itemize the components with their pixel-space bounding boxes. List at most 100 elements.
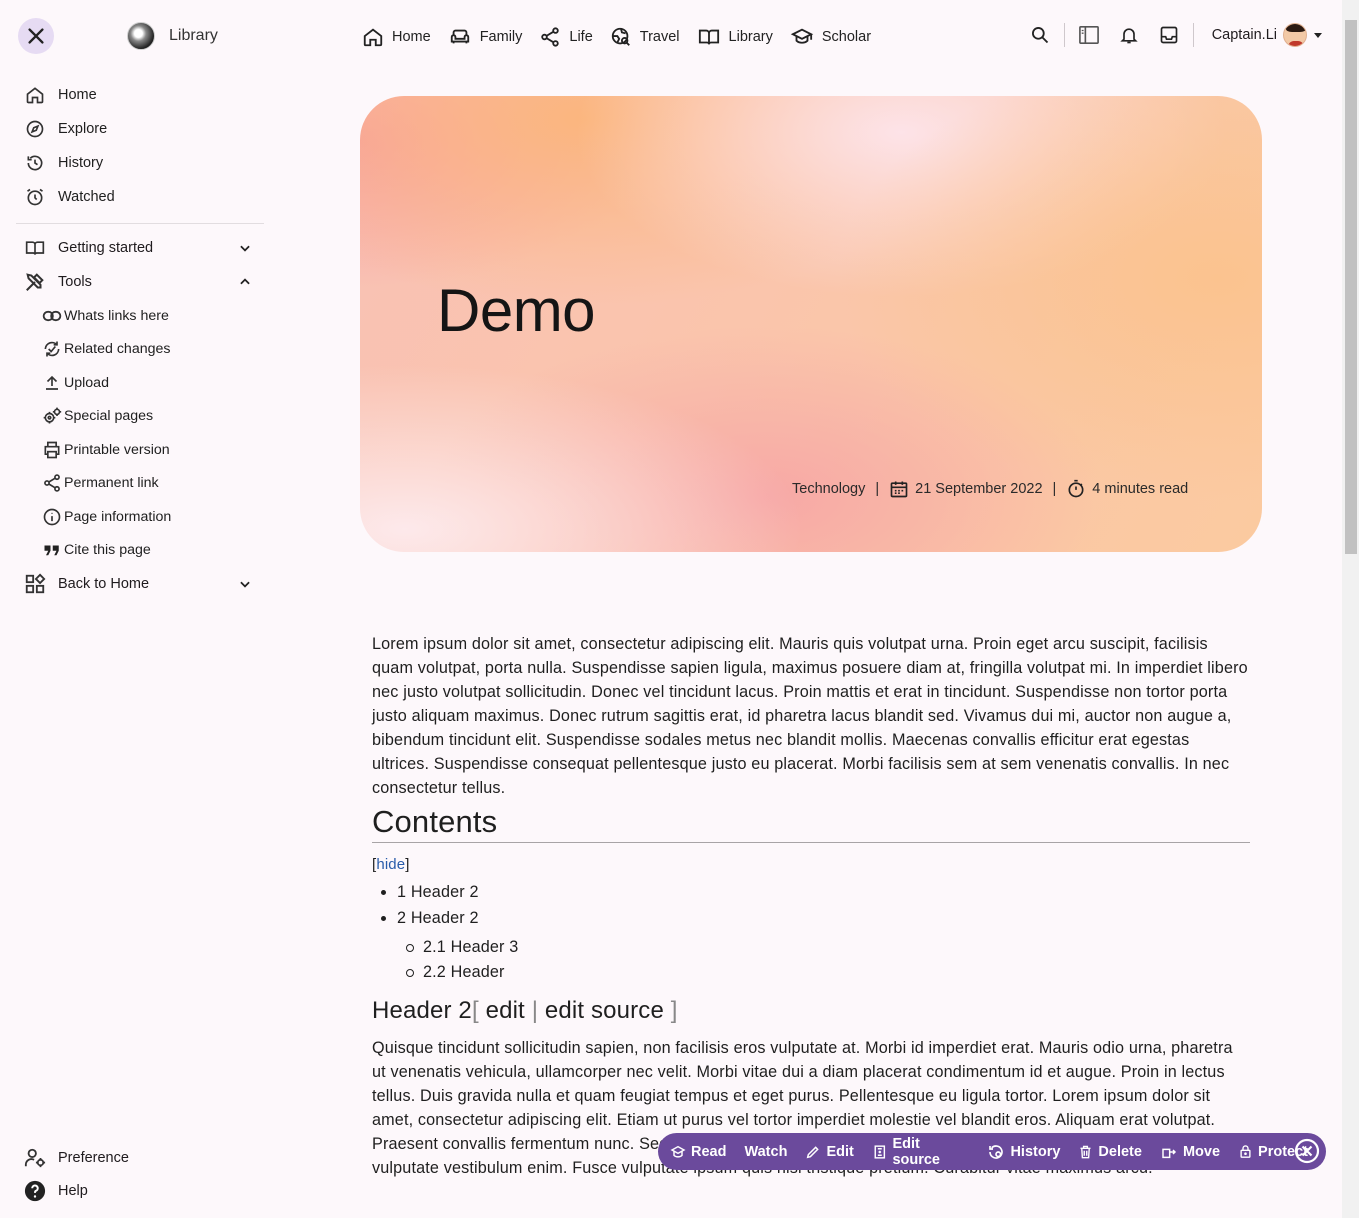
- source-icon: [874, 1144, 885, 1159]
- tools-label: Tools: [58, 274, 92, 290]
- section-heading: Header 2[ edit | edit source ]: [372, 997, 678, 1024]
- preference-button[interactable]: Preference: [16, 1141, 129, 1175]
- getting-started-label: Getting started: [58, 240, 154, 256]
- delete-action[interactable]: Delete: [1078, 1144, 1142, 1160]
- chevron-up-icon: [238, 275, 252, 289]
- compass-icon: [24, 118, 46, 140]
- alarm-icon: [24, 186, 46, 208]
- topnav-label: Life: [569, 29, 593, 45]
- sidebar-item-label: Watched: [58, 189, 115, 205]
- user-settings-icon: [24, 1147, 46, 1169]
- quote-icon: [42, 540, 62, 560]
- getting-started-group: Getting started: [16, 231, 264, 265]
- toc-label: Header 3: [450, 938, 519, 956]
- side-panel-icon: [1078, 26, 1099, 44]
- tool-label: Printable version: [64, 441, 170, 458]
- tool-permanent-link[interactable]: Permanent link: [16, 467, 264, 501]
- topnav-label: Scholar: [821, 29, 872, 45]
- brand-logo: [127, 22, 155, 50]
- help-button[interactable]: Help: [16, 1174, 88, 1208]
- edit-source-action[interactable]: Edit source: [872, 1136, 970, 1168]
- scrollbar-thumb[interactable]: [1345, 20, 1357, 554]
- toc-hide-link[interactable]: hide: [376, 856, 405, 873]
- share-icon: [42, 473, 62, 493]
- move-icon: [1162, 1148, 1176, 1158]
- toc-number: 2.2: [423, 963, 446, 981]
- close-action-bar-button[interactable]: [1294, 1138, 1320, 1164]
- toc-item[interactable]: 2 Header 2: [372, 905, 1250, 931]
- top-nav: Home Family Life Travel Library Scholar: [362, 22, 888, 52]
- tool-label: Permanent link: [64, 475, 159, 492]
- topnav-label: Home: [392, 29, 431, 45]
- sidebar-item-label: Explore: [58, 121, 108, 137]
- divider: [1063, 23, 1065, 47]
- lock-icon: [1240, 1145, 1251, 1158]
- home-icon: [362, 26, 384, 48]
- back-to-home-toggle[interactable]: Back to Home: [16, 567, 264, 601]
- tools-group: Tools Whats links here Related changes U…: [16, 265, 264, 567]
- sidebar-item-explore[interactable]: Explore: [16, 112, 264, 146]
- getting-started-toggle[interactable]: Getting started: [16, 231, 264, 265]
- history-action[interactable]: History: [987, 1143, 1060, 1161]
- move-action[interactable]: Move: [1160, 1144, 1220, 1160]
- inbox-button[interactable]: [1149, 20, 1189, 50]
- topnav-label: Family: [479, 29, 523, 45]
- read-action[interactable]: Read: [670, 1144, 726, 1160]
- sidebar-item-label: History: [58, 155, 104, 171]
- topnav-life[interactable]: Life: [539, 26, 593, 48]
- search-button[interactable]: [1020, 20, 1060, 50]
- notifications-button[interactable]: [1109, 20, 1149, 50]
- brand-name: Library: [169, 27, 218, 44]
- sidebar-item-watched[interactable]: Watched: [16, 180, 264, 214]
- back-to-home-label: Back to Home: [58, 576, 150, 592]
- user-menu[interactable]: Captain.Li: [1212, 23, 1323, 47]
- tool-upload[interactable]: Upload: [16, 366, 264, 400]
- edit-action[interactable]: Edit: [805, 1143, 854, 1160]
- topnav-family[interactable]: Family: [448, 26, 523, 48]
- toggle-panel-button[interactable]: [1069, 20, 1109, 50]
- book-icon: [697, 26, 721, 48]
- tools-toggle[interactable]: Tools: [16, 265, 264, 299]
- share-icon: [539, 26, 561, 48]
- toc-item[interactable]: 2.1 Header 3: [372, 934, 1250, 959]
- sidebar-nav: Home Explore History Watched: [16, 78, 264, 214]
- gears-icon: [42, 406, 62, 426]
- edit-link[interactable]: edit: [486, 997, 525, 1024]
- tool-special-pages[interactable]: Special pages: [16, 400, 264, 434]
- tool-whats-links-here[interactable]: Whats links here: [16, 299, 264, 333]
- topnav-travel[interactable]: Travel: [610, 26, 680, 48]
- sidebar-item-history[interactable]: History: [16, 146, 264, 180]
- action-label: Edit: [826, 1143, 854, 1160]
- watch-action[interactable]: Watch: [744, 1144, 787, 1160]
- date-label: 21 September 2022: [915, 481, 1043, 497]
- timer-icon: [1066, 479, 1086, 499]
- close-circle-icon: [1294, 1138, 1320, 1164]
- tool-label: Whats links here: [64, 307, 169, 324]
- sync-icon: [42, 339, 62, 359]
- toc-item[interactable]: 2.2 Header: [372, 959, 1250, 984]
- close-sidebar-button[interactable]: [18, 18, 54, 54]
- page-scrollbar[interactable]: [1342, 0, 1359, 1218]
- brand[interactable]: Library: [127, 22, 218, 50]
- contents-heading: Contents: [372, 802, 1250, 843]
- action-label: Watch: [744, 1143, 788, 1160]
- trash-icon: [1080, 1145, 1091, 1158]
- graduation-cap-icon: [790, 26, 814, 48]
- article-meta: Technology | 21 September 2022 | 4 minut…: [792, 479, 1188, 499]
- topnav-library[interactable]: Library: [697, 26, 773, 48]
- topnav-home[interactable]: Home: [362, 26, 431, 48]
- tool-page-information[interactable]: Page information: [16, 500, 264, 534]
- history-icon: [989, 1144, 1004, 1159]
- tool-related-changes[interactable]: Related changes: [16, 333, 264, 367]
- sidebar-item-home[interactable]: Home: [16, 78, 264, 112]
- page-action-bar: Read Watch Edit Edit source History Dele…: [658, 1133, 1326, 1170]
- toc-item[interactable]: 1 Header 2: [372, 879, 1250, 905]
- tool-printable-version[interactable]: Printable version: [16, 433, 264, 467]
- link-icon: [42, 306, 62, 326]
- edit-source-link[interactable]: edit source: [545, 997, 664, 1024]
- sofa-icon: [448, 26, 472, 48]
- tool-cite-this-page[interactable]: Cite this page: [16, 534, 264, 568]
- sidebar-divider: [16, 223, 264, 224]
- topnav-scholar[interactable]: Scholar: [790, 26, 871, 48]
- table-of-contents: 1 Header 2 2 Header 2 2.1 Header 3 2.2 H…: [372, 879, 1250, 984]
